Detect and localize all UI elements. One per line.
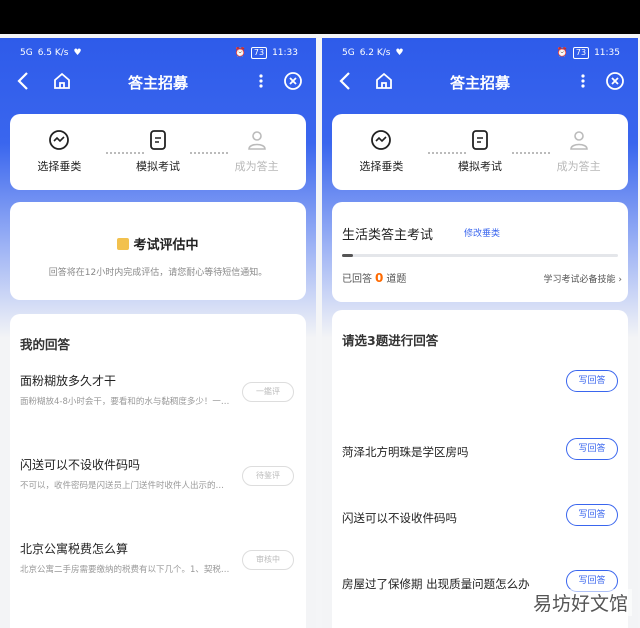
- step-label: 选择垂类: [37, 160, 82, 173]
- skill-link[interactable]: 学习考试必备技能 ›: [544, 272, 623, 285]
- answer-item[interactable]: 北京公寓税费怎么算 北京公寓二手房需要缴纳的税费有以下几个。1、契税… 审核中: [20, 540, 296, 575]
- question-item[interactable]: 菏泽北方明珠是学区房吗 写回答: [342, 438, 618, 460]
- status-bar: 5G 6.5 K/s ♥ ⏰ 73 11:33: [20, 44, 298, 62]
- status-time: 11:33: [272, 48, 298, 58]
- pick-questions-card: 请选3题进行回答 写回答 菏泽北方明珠是学区房吗 写回答 闪送可以不设收件码吗 …: [332, 310, 628, 628]
- phone-screen-left: 5G 6.5 K/s ♥ ⏰ 73 11:33 答主招募 选择垂类 模拟考试 成…: [0, 38, 316, 628]
- evaluation-card: 考试评估中 回答将在12小时内完成评估，请您耐心等待短信通知。: [10, 202, 306, 300]
- status-badge: 一鑑评: [242, 382, 294, 402]
- section-heading: 我的回答: [20, 337, 71, 352]
- step-mock-exam: 模拟考试: [118, 128, 198, 174]
- step-choose-category: 选择垂类: [341, 128, 421, 174]
- my-answers-card: 我的回答 面粉糊放多久才干 面粉糊放4-8小时会干，要看和的水与黏稠度多少！一……: [10, 314, 306, 628]
- evaluation-subtitle: 回答将在12小时内完成评估，请您耐心等待短信通知。: [48, 268, 268, 278]
- heart-icon: ♥: [73, 48, 82, 58]
- evaluation-title: 考试评估中: [133, 238, 199, 253]
- nav-bar: 答主招募: [0, 64, 316, 98]
- document-icon: [150, 130, 166, 150]
- status-bar: 5G 6.2 K/s ♥ ⏰ 73 11:35: [342, 44, 620, 62]
- status-time: 11:35: [594, 48, 620, 58]
- hourglass-icon: [117, 237, 130, 250]
- signal-indicator: 5G: [20, 48, 33, 58]
- chevron-right-icon: ›: [618, 275, 622, 285]
- phone-screen-right: 5G 6.2 K/s ♥ ⏰ 73 11:35 答主招募 选择垂类 模拟考试 成…: [322, 38, 638, 628]
- edit-category-link[interactable]: 修改垂类: [464, 226, 500, 239]
- write-answer-button[interactable]: 写回答: [566, 438, 618, 460]
- signal-indicator: 5G: [342, 48, 355, 58]
- answered-count-text: 已回答 0 道题: [342, 270, 406, 285]
- progress-steps: 选择垂类 模拟考试 成为答主: [10, 114, 306, 190]
- question-item[interactable]: 闪送可以不设收件码吗 写回答: [342, 504, 618, 526]
- document-icon: [472, 130, 488, 150]
- more-icon[interactable]: [256, 70, 266, 92]
- answered-count: 0: [375, 271, 384, 285]
- step-connector: [190, 152, 228, 154]
- section-heading: 请选3题进行回答: [342, 333, 439, 348]
- answer-preview: 不可以，收件密码是闪送员上门送件时收件人出示的…: [20, 481, 225, 491]
- exam-progress-fill: [342, 254, 354, 257]
- watermark-text: 易坊好文馆: [528, 589, 632, 616]
- exam-title: 生活类答主考试: [342, 228, 434, 243]
- step-label: 模拟考试: [457, 160, 502, 173]
- write-answer-button[interactable]: 写回答: [566, 370, 618, 392]
- write-answer-button[interactable]: 写回答: [566, 504, 618, 526]
- exam-card: 生活类答主考试 修改垂类 已回答 0 道题 学习考试必备技能 ›: [332, 202, 628, 302]
- close-icon[interactable]: [282, 70, 304, 92]
- skill-link-label: 学习考试必备技能: [543, 275, 616, 285]
- status-badge: 审核中: [242, 550, 294, 570]
- step-connector: [512, 152, 550, 154]
- step-label: 成为答主: [556, 160, 601, 173]
- step-become-answerer: 成为答主: [217, 128, 297, 174]
- progress-steps: 选择垂类 模拟考试 成为答主: [332, 114, 628, 190]
- chart-face-icon: [371, 130, 392, 150]
- close-icon[interactable]: [604, 70, 626, 92]
- page-title: 答主招募: [127, 74, 188, 92]
- step-mock-exam: 模拟考试: [440, 128, 520, 174]
- more-icon[interactable]: [578, 70, 588, 92]
- step-connector: [428, 152, 466, 154]
- network-speed: 6.2 K/s: [359, 48, 391, 58]
- answer-preview: 北京公寓二手房需要缴纳的税费有以下几个。1、契税…: [20, 565, 230, 575]
- step-label: 成为答主: [234, 160, 279, 173]
- alarm-icon: ⏰: [556, 48, 568, 58]
- step-choose-category: 选择垂类: [19, 128, 99, 174]
- chart-face-icon: [49, 130, 70, 150]
- answered-suffix: 道题: [386, 274, 407, 285]
- step-connector: [106, 152, 144, 154]
- step-label: 选择垂类: [359, 160, 404, 173]
- person-icon: [569, 131, 588, 150]
- step-label: 模拟考试: [135, 160, 180, 173]
- answer-item[interactable]: 面粉糊放多久才干 面粉糊放4-8小时会干，要看和的水与黏稠度多少！一… 一鑑评: [20, 372, 296, 407]
- exam-progress-bar: [342, 254, 618, 257]
- answer-preview: 面粉糊放4-8小时会干，要看和的水与黏稠度多少！一…: [20, 397, 230, 407]
- page-title: 答主招募: [449, 74, 510, 92]
- battery-indicator: 73: [250, 47, 268, 59]
- alarm-icon: ⏰: [234, 48, 246, 58]
- nav-bar: 答主招募: [322, 64, 638, 98]
- top-black-bar: [0, 0, 640, 34]
- step-become-answerer: 成为答主: [539, 128, 619, 174]
- answer-item[interactable]: 闪送可以不设收件码吗 不可以，收件密码是闪送员上门送件时收件人出示的… 待鉴评: [20, 456, 296, 491]
- person-icon: [247, 131, 266, 150]
- network-speed: 6.5 K/s: [37, 48, 69, 58]
- heart-icon: ♥: [395, 48, 404, 58]
- status-badge: 待鉴评: [242, 466, 294, 486]
- answered-prefix: 已回答: [342, 274, 372, 285]
- battery-indicator: 73: [572, 47, 590, 59]
